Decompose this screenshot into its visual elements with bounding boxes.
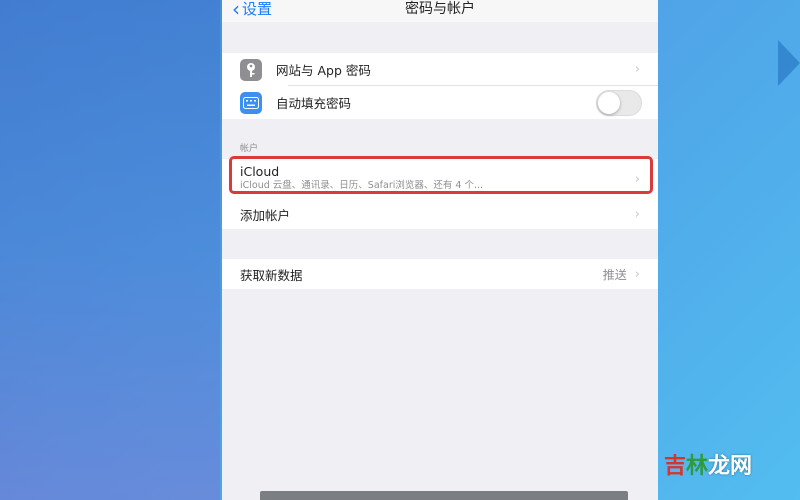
chevron-right-icon: › [634, 206, 640, 222]
fetch-new-data-label: 获取新数据 [240, 267, 303, 283]
keyboard-icon [240, 91, 262, 114]
chevron-right-icon: › [634, 266, 640, 282]
accounts-group: iCloud iCloud 云盘、通讯录、日历、Safari浏览器、还有 4 个… [222, 156, 658, 229]
page-title: 密码与帐户 [405, 1, 475, 17]
bottom-bar [260, 491, 628, 500]
accounts-section-header: 帐户 [240, 144, 259, 154]
passwords-group: 网站与 App 密码 › 自动填充密码 [222, 53, 658, 119]
autofill-toggle[interactable] [596, 89, 642, 116]
background-left-tint [0, 0, 220, 500]
fetch-group: 获取新数据 推送 › [222, 259, 658, 289]
watermark-logo: 吉 林 龙网 [664, 448, 752, 480]
watermark-char-1: 吉 [664, 454, 687, 479]
background-arrow-shape [778, 40, 800, 86]
autofill-passwords-row: 自动填充密码 [222, 86, 658, 119]
phone-screen: ‹ 设置 密码与帐户 网站与 App 密码 › 自动填充密码 帐户 iCloud… [222, 0, 658, 500]
fetch-new-data-row[interactable]: 获取新数据 推送 › [222, 259, 658, 289]
chevron-right-icon: › [634, 62, 640, 77]
key-icon [240, 58, 262, 81]
icloud-text: iCloud iCloud 云盘、通讯录、日历、Safari浏览器、还有 4 个… [240, 165, 635, 193]
icloud-subtitle: iCloud 云盘、通讯录、日历、Safari浏览器、还有 4 个... [240, 180, 484, 191]
watermark-char-3: 龙网 [708, 454, 753, 479]
website-app-passwords-label: 网站与 App 密码 [276, 63, 371, 78]
add-account-row[interactable]: 添加帐户 › [222, 199, 658, 229]
watermark-char-2: 林 [686, 454, 709, 479]
icloud-account-row[interactable]: iCloud iCloud 云盘、通讯录、日历、Safari浏览器、还有 4 个… [222, 156, 658, 199]
toggle-knob [598, 91, 620, 114]
icloud-title: iCloud [240, 164, 280, 179]
navigation-bar: ‹ 设置 密码与帐户 [222, 0, 658, 22]
website-app-passwords-row[interactable]: 网站与 App 密码 › [222, 53, 658, 86]
add-account-label: 添加帐户 [240, 207, 291, 223]
fetch-new-data-value: 推送 [602, 267, 627, 282]
chevron-right-icon: › [634, 171, 640, 187]
autofill-passwords-label: 自动填充密码 [276, 96, 352, 111]
